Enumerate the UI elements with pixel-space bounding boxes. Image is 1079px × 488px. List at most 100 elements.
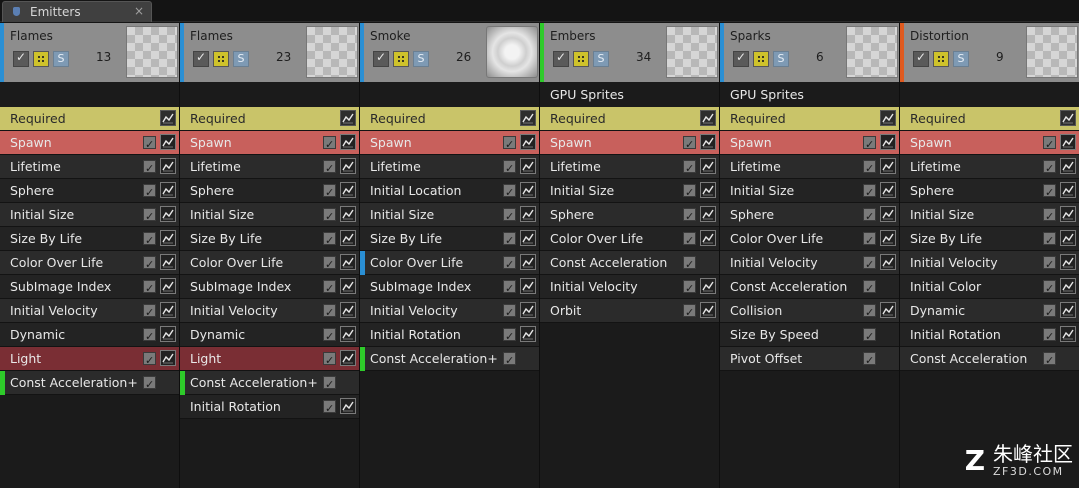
curve-graph-icon[interactable]	[700, 278, 716, 294]
module-row[interactable]: Spawn	[0, 131, 179, 156]
module-row[interactable]: Initial Location	[360, 179, 539, 204]
module-row[interactable]: Light	[180, 347, 359, 372]
module-row[interactable]: Initial Size	[720, 179, 899, 204]
module-row[interactable]: Spawn	[360, 131, 539, 156]
module-row[interactable]: Size By Life	[180, 227, 359, 252]
module-row[interactable]: Const Acceleration	[900, 347, 1079, 372]
curve-graph-icon[interactable]	[520, 158, 536, 174]
curve-graph-icon[interactable]	[1060, 182, 1076, 198]
curve-graph-icon[interactable]	[700, 230, 716, 246]
curve-graph-icon[interactable]	[1060, 134, 1076, 150]
module-enable-checkbox[interactable]	[863, 205, 876, 228]
module-row[interactable]: Spawn	[180, 131, 359, 156]
module-enable-checkbox[interactable]	[503, 181, 516, 204]
module-enable-checkbox[interactable]	[1043, 253, 1056, 276]
curve-graph-icon[interactable]	[340, 158, 356, 174]
curve-graph-icon[interactable]	[700, 158, 716, 174]
module-enable-checkbox[interactable]	[863, 349, 876, 372]
curve-graph-icon[interactable]	[160, 134, 176, 150]
module-enable-checkbox[interactable]	[1043, 325, 1056, 348]
module-enable-checkbox[interactable]	[683, 277, 696, 300]
module-row[interactable]: Required	[0, 107, 179, 131]
solo-button[interactable]: S	[233, 51, 249, 67]
enable-checkbox-icon[interactable]	[373, 50, 389, 67]
module-enable-checkbox[interactable]	[863, 181, 876, 204]
module-enable-checkbox[interactable]	[503, 205, 516, 228]
module-row[interactable]: Const Acceleration	[540, 251, 719, 276]
curve-graph-icon[interactable]	[700, 206, 716, 222]
curve-graph-icon[interactable]	[1060, 158, 1076, 174]
module-enable-checkbox[interactable]	[503, 253, 516, 276]
curve-graph-icon[interactable]	[340, 326, 356, 342]
module-row[interactable]: Initial Rotation	[360, 323, 539, 348]
solo-button[interactable]: S	[413, 51, 429, 67]
module-row[interactable]: Initial Size	[900, 203, 1079, 228]
module-row[interactable]: Sphere	[540, 203, 719, 228]
module-enable-checkbox[interactable]	[143, 181, 156, 204]
emitter-header[interactable]: FlamesS 23	[180, 23, 359, 82]
curve-graph-icon[interactable]	[880, 302, 896, 318]
curve-graph-icon[interactable]	[160, 206, 176, 222]
curve-graph-icon[interactable]	[340, 134, 356, 150]
curve-graph-icon[interactable]	[160, 350, 176, 366]
module-enable-checkbox[interactable]	[683, 229, 696, 252]
render-mode-icon[interactable]	[33, 51, 49, 67]
curve-graph-icon[interactable]	[880, 254, 896, 270]
module-row[interactable]: Color Over Life	[0, 251, 179, 276]
enable-checkbox-icon[interactable]	[193, 50, 209, 67]
module-enable-checkbox[interactable]	[683, 253, 696, 276]
module-row[interactable]: Initial Velocity	[900, 251, 1079, 276]
module-enable-checkbox[interactable]	[503, 301, 516, 324]
module-enable-checkbox[interactable]	[503, 349, 516, 372]
module-enable-checkbox[interactable]	[503, 277, 516, 300]
curve-graph-icon[interactable]	[880, 134, 896, 150]
module-enable-checkbox[interactable]	[1043, 205, 1056, 228]
module-row[interactable]: Dynamic	[180, 323, 359, 348]
module-enable-checkbox[interactable]	[1043, 133, 1056, 156]
module-enable-checkbox[interactable]	[323, 373, 336, 396]
module-enable-checkbox[interactable]	[1043, 277, 1056, 300]
curve-graph-icon[interactable]	[1060, 254, 1076, 270]
module-row[interactable]: Dynamic	[900, 299, 1079, 324]
module-enable-checkbox[interactable]	[683, 301, 696, 324]
module-enable-checkbox[interactable]	[323, 397, 336, 420]
render-mode-icon[interactable]	[753, 51, 769, 67]
enable-checkbox-icon[interactable]	[913, 50, 929, 67]
module-enable-checkbox[interactable]	[323, 133, 336, 156]
module-enable-checkbox[interactable]	[863, 325, 876, 348]
module-enable-checkbox[interactable]	[143, 205, 156, 228]
module-row[interactable]: Orbit	[540, 299, 719, 324]
curve-graph-icon[interactable]	[520, 182, 536, 198]
render-mode-icon[interactable]	[933, 51, 949, 67]
module-enable-checkbox[interactable]	[323, 229, 336, 252]
module-enable-checkbox[interactable]	[143, 277, 156, 300]
module-row[interactable]: Lifetime	[360, 155, 539, 180]
close-icon[interactable]: ×	[134, 4, 144, 18]
module-enable-checkbox[interactable]	[1043, 349, 1056, 372]
module-enable-checkbox[interactable]	[863, 157, 876, 180]
module-row[interactable]: Required	[540, 107, 719, 131]
solo-button[interactable]: S	[773, 51, 789, 67]
module-enable-checkbox[interactable]	[1043, 301, 1056, 324]
module-row[interactable]: Sphere	[0, 179, 179, 204]
module-enable-checkbox[interactable]	[323, 205, 336, 228]
module-enable-checkbox[interactable]	[323, 253, 336, 276]
module-row[interactable]: Const Acceleration	[720, 275, 899, 300]
module-row[interactable]: Color Over Life	[540, 227, 719, 252]
module-row[interactable]: Required	[180, 107, 359, 131]
module-enable-checkbox[interactable]	[1043, 181, 1056, 204]
module-row[interactable]: Initial Velocity	[720, 251, 899, 276]
module-row[interactable]: SubImage Index	[0, 275, 179, 300]
module-row[interactable]: Light	[0, 347, 179, 372]
curve-graph-icon[interactable]	[340, 350, 356, 366]
module-row[interactable]: SubImage Index	[180, 275, 359, 300]
module-row[interactable]: Spawn	[540, 131, 719, 156]
curve-graph-icon[interactable]	[880, 230, 896, 246]
module-enable-checkbox[interactable]	[503, 229, 516, 252]
module-enable-checkbox[interactable]	[323, 301, 336, 324]
emitter-header[interactable]: Embers S 34	[540, 23, 719, 82]
curve-graph-icon[interactable]	[160, 158, 176, 174]
module-enable-checkbox[interactable]	[143, 253, 156, 276]
curve-graph-icon[interactable]	[520, 206, 536, 222]
module-enable-checkbox[interactable]	[503, 133, 516, 156]
